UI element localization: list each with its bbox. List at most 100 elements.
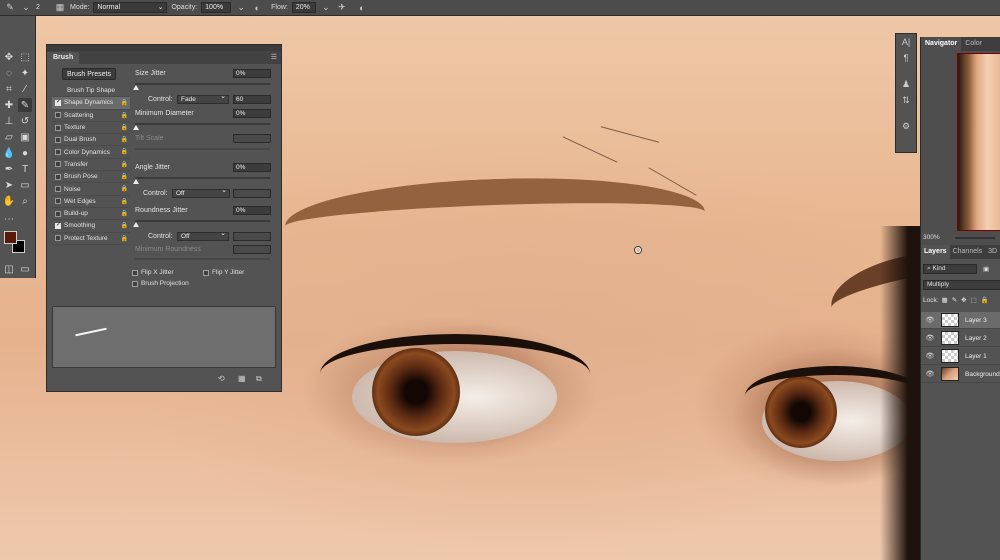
list-item-dual-brush[interactable]: Dual Brush 🔒 xyxy=(52,134,130,147)
crop-tool-icon[interactable]: ⌗ xyxy=(2,82,16,96)
blur-tool-icon[interactable]: 💧 xyxy=(2,146,16,160)
size-jitter-value[interactable]: 0% xyxy=(233,69,271,78)
list-item-noise[interactable]: Noise 🔒 xyxy=(52,183,130,196)
checkbox[interactable] xyxy=(132,269,138,276)
list-item-smoothing[interactable]: Smoothing 🔒 xyxy=(52,220,130,233)
list-item-color-dynamics[interactable]: Color Dynamics 🔒 xyxy=(52,146,130,159)
lock-icon[interactable]: 🔒 xyxy=(121,198,128,205)
layer-filter-select[interactable]: ⌕ Kind xyxy=(923,264,977,274)
roundness-jitter-value[interactable]: 0% xyxy=(233,206,271,215)
flip-y-jitter-checkbox[interactable]: Flip Y Jitter xyxy=(203,269,244,276)
navigator-thumbnail[interactable] xyxy=(957,53,1000,231)
angle-jitter-value[interactable]: 0% xyxy=(233,163,271,172)
type-tool-icon[interactable]: T xyxy=(18,162,32,176)
eyedropper-tool-icon[interactable]: ⁄ xyxy=(18,82,32,96)
tab-brush[interactable]: Brush xyxy=(47,52,80,64)
marquee-tool-icon[interactable]: ⬚ xyxy=(18,50,32,64)
checkbox[interactable] xyxy=(55,198,61,205)
checkbox[interactable] xyxy=(55,98,61,106)
blend-mode-select[interactable]: Multiply xyxy=(923,280,1000,290)
slider-thumb[interactable] xyxy=(133,125,139,130)
control-select[interactable]: Fade xyxy=(177,93,229,104)
shape-tool-icon[interactable]: ▭ xyxy=(18,178,32,192)
screen-mode-icon[interactable]: ▭ xyxy=(18,262,32,276)
visibility-eye-icon[interactable]: 👁 xyxy=(925,352,935,360)
mode-select[interactable]: Normal ⌄ xyxy=(93,2,168,13)
quick-mask-icon[interactable]: ◫ xyxy=(2,262,16,276)
list-item-protect-texture[interactable]: Protect Texture 🔒 xyxy=(52,233,130,245)
path-select-tool-icon[interactable]: ➤ xyxy=(2,178,16,192)
image-filter-icon[interactable]: ▣ xyxy=(983,265,989,273)
checkbox[interactable] xyxy=(55,149,61,156)
fade-steps-value[interactable]: 60 xyxy=(233,95,271,104)
size-jitter-slider[interactable] xyxy=(135,83,270,85)
checkbox[interactable] xyxy=(55,124,61,131)
checkbox[interactable] xyxy=(132,280,138,287)
lock-icon[interactable]: 🔒 xyxy=(121,222,128,229)
chevron-down-icon[interactable]: ⌄ xyxy=(320,2,332,13)
zoom-tool-icon[interactable]: ⌕ xyxy=(18,194,32,208)
pen-tool-icon[interactable]: ✒ xyxy=(2,162,16,176)
slider-thumb[interactable] xyxy=(133,179,139,184)
lasso-tool-icon[interactable]: ◌ xyxy=(2,66,16,80)
pressure-size-icon[interactable]: ◐ xyxy=(356,2,368,13)
slider-thumb[interactable] xyxy=(133,222,139,227)
control-select[interactable]: Off xyxy=(177,230,229,241)
layer-row[interactable]: 👁 Layer 1 xyxy=(921,348,1000,365)
brush-preset-icon[interactable]: ✎ xyxy=(4,2,16,13)
layer-name[interactable]: Background xyxy=(965,371,1000,378)
brush-projection-checkbox[interactable]: Brush Projection xyxy=(132,280,189,287)
control-select[interactable]: Off xyxy=(172,187,230,198)
list-item-wet-edges[interactable]: Wet Edges 🔒 xyxy=(52,196,130,208)
properties-icon[interactable]: ⚙ xyxy=(896,118,916,134)
clone-source-icon[interactable]: ♟ xyxy=(896,76,916,92)
checkbox[interactable] xyxy=(55,136,61,143)
min-diameter-value[interactable]: 0% xyxy=(233,109,271,118)
tab-channels[interactable]: Channels xyxy=(950,245,986,259)
chevron-down-icon[interactable]: ⌄ xyxy=(235,2,247,13)
list-item-build-up[interactable]: Build-up 🔒 xyxy=(52,208,130,221)
tab-color[interactable]: Color xyxy=(961,37,986,51)
lock-icon[interactable]: 🔒 xyxy=(121,235,128,242)
dodge-tool-icon[interactable]: ● xyxy=(18,146,32,160)
more-tools-icon[interactable]: ⋯ xyxy=(2,212,16,226)
lock-artboard-icon[interactable]: ⬚ xyxy=(971,296,977,304)
list-item-brush-tip-shape[interactable]: Brush Tip Shape xyxy=(52,85,130,98)
history-brush-tool-icon[interactable]: ↺ xyxy=(18,114,32,128)
brush-tool-icon[interactable]: ✎ xyxy=(18,98,32,112)
layer-name[interactable]: Layer 3 xyxy=(965,317,987,324)
brush-grid-icon[interactable]: ▦ xyxy=(238,374,246,383)
list-item-texture[interactable]: Texture 🔒 xyxy=(52,122,130,135)
checkbox[interactable] xyxy=(55,186,61,193)
checkbox[interactable] xyxy=(203,269,209,276)
lock-icon[interactable]: 🔒 xyxy=(121,185,128,192)
healing-tool-icon[interactable]: ✚ xyxy=(2,98,16,112)
brush-panel-toggle-icon[interactable]: ▦ xyxy=(54,2,66,13)
pressure-opacity-icon[interactable]: ◐ xyxy=(251,2,263,13)
panel-menu-icon[interactable]: ☰ xyxy=(271,53,277,61)
visibility-eye-icon[interactable]: 👁 xyxy=(925,334,935,342)
lock-icon[interactable]: 🔒 xyxy=(121,161,128,168)
layer-name[interactable]: Layer 2 xyxy=(965,335,987,342)
lock-icon[interactable]: 🔒 xyxy=(121,148,128,155)
lock-pixels-icon[interactable]: ✎ xyxy=(952,296,957,304)
slider-thumb[interactable] xyxy=(133,85,139,90)
chevron-down-icon[interactable]: ⌄ xyxy=(20,2,32,13)
visibility-eye-icon[interactable]: 👁 xyxy=(925,370,935,378)
tab-layers[interactable]: Layers xyxy=(921,245,950,259)
lock-icon[interactable]: 🔒 xyxy=(121,124,128,131)
flip-x-jitter-checkbox[interactable]: Flip X Jitter xyxy=(132,269,174,276)
toggle-live-tip-icon[interactable]: ⟲ xyxy=(218,374,225,383)
list-item-shape-dynamics[interactable]: Shape Dynamics 🔒 xyxy=(52,97,130,110)
lock-transparent-icon[interactable]: ▦ xyxy=(942,296,948,304)
new-preset-icon[interactable]: ⧉ xyxy=(256,374,262,384)
paragraph-icon[interactable]: ¶ xyxy=(896,50,916,66)
stamp-tool-icon[interactable]: ⊥ xyxy=(2,114,16,128)
lock-icon[interactable]: 🔒 xyxy=(121,173,128,180)
tab-3d[interactable]: 3D xyxy=(985,245,1000,259)
magic-wand-tool-icon[interactable]: ✦ xyxy=(18,66,32,80)
layer-row[interactable]: 👁 Layer 3 xyxy=(921,312,1000,329)
checkbox[interactable] xyxy=(55,173,61,180)
move-tool-icon[interactable]: ✥ xyxy=(2,50,16,64)
foreground-color-swatch[interactable] xyxy=(4,231,17,244)
